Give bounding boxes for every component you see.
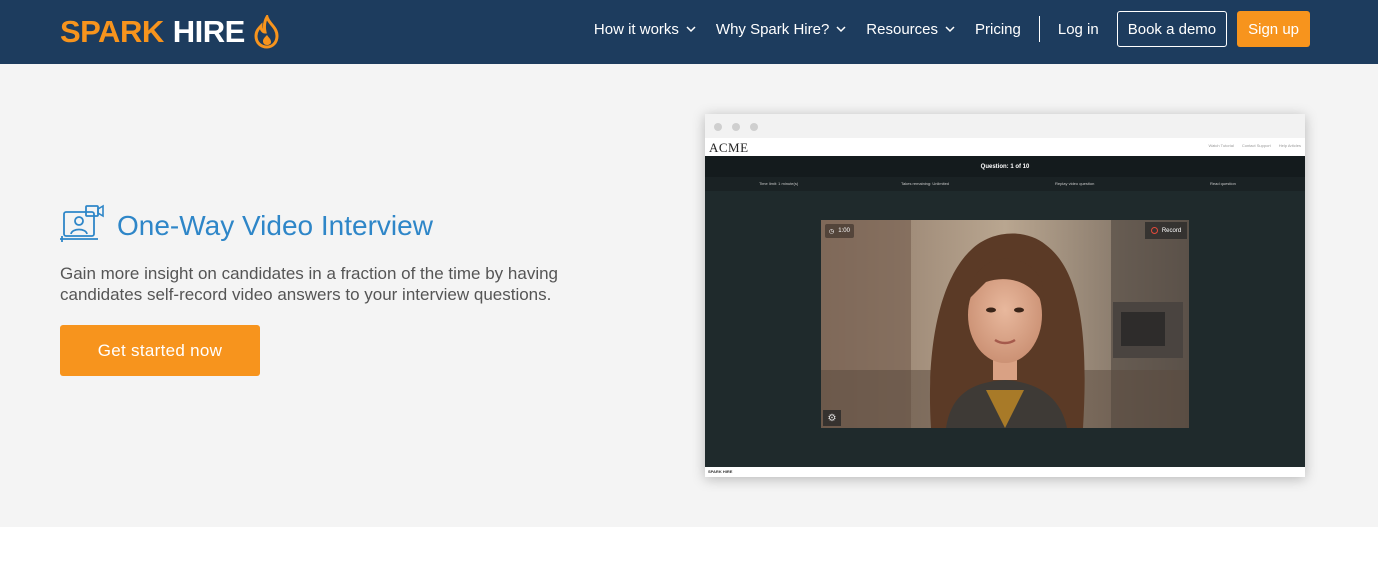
record-label: Record (1161, 227, 1182, 234)
hero-section: One-Way Video Interview Gain more insigh… (0, 64, 1378, 527)
time-limit-text: Time limit: 1 minute(s) (759, 181, 799, 186)
clock-icon: ◷ (829, 228, 835, 235)
read-question-text: Read question (1210, 181, 1236, 186)
browser-chrome (705, 114, 1305, 138)
logo-word-hire: HIRE (172, 14, 246, 49)
nav-links: How it works Why Spark Hire? Resources P… (594, 11, 1310, 47)
window-dot (732, 123, 740, 131)
get-started-button[interactable]: Get started now (60, 325, 260, 376)
acme-logo: ACME (709, 140, 749, 155)
recording-timer: ◷ 1:00 (825, 224, 854, 238)
nav-why-spark-hire[interactable]: Why Spark Hire? (716, 21, 846, 38)
feature-title: One-Way Video Interview (117, 210, 433, 241)
flame-icon (254, 15, 279, 49)
window-dot (750, 123, 758, 131)
mock-header-links: Watch Tutorial Contact Support Help Arti… (1200, 143, 1301, 148)
nav-resources-label: Resources (866, 20, 938, 38)
interview-info-bar: Time limit: 1 minute(s) Takes remaining:… (705, 177, 1305, 191)
nav-divider (1038, 16, 1040, 42)
takes-remaining-text: Takes remaining: Unlimited (901, 181, 950, 186)
mock-link: Watch Tutorial (1208, 143, 1234, 148)
nav-pricing-label: Pricing (975, 20, 1021, 38)
chevron-down-icon (945, 25, 955, 32)
replay-question-text: Replay video question (1055, 181, 1095, 186)
record-icon (1150, 227, 1158, 234)
window-dot (714, 123, 722, 131)
mock-footer: SPARK HIRE (705, 467, 1305, 477)
timer-value: 1:00 (838, 228, 850, 234)
powered-by-logo: SPARK HIRE (708, 469, 733, 474)
mock-link: Contact Support (1241, 143, 1271, 148)
mock-header: ACME Watch Tutorial Contact Support Help… (705, 138, 1305, 156)
nav-resources[interactable]: Resources (866, 21, 955, 38)
logo-word-spark: SPARK (60, 14, 164, 49)
product-screenshot: ACME Watch Tutorial Contact Support Help… (705, 114, 1305, 477)
interview-panel: Question: 1 of 10 Time limit: 1 minute(s… (705, 156, 1305, 467)
settings-gear-icon[interactable]: ⚙ (823, 410, 841, 426)
chevron-down-icon (686, 25, 696, 32)
candidate-video: ◷ 1:00 Record ⚙ (821, 220, 1189, 428)
video-interview-icon (60, 204, 104, 242)
nav-how-it-works-label: How it works (593, 20, 679, 38)
nav-how-it-works[interactable]: How it works (594, 21, 696, 38)
candidate-photo (821, 220, 1189, 428)
sign-up-button[interactable]: Sign up (1237, 11, 1310, 47)
spark-hire-logo[interactable]: SPARK HIRE (60, 10, 283, 54)
nav-why-spark-hire-label: Why Spark Hire? (715, 20, 830, 38)
book-demo-button[interactable]: Book a demo (1116, 11, 1228, 47)
top-nav: SPARK HIRE How it works Why Spark Hire? … (0, 0, 1378, 64)
mock-link: Help Articles (1278, 143, 1301, 148)
login-link[interactable]: Log in (1058, 21, 1099, 38)
nav-pricing[interactable]: Pricing (975, 21, 1021, 38)
chevron-down-icon (836, 25, 846, 32)
record-button[interactable]: Record (1145, 222, 1187, 239)
feature-description: Gain more insight on candidates in a fra… (60, 264, 559, 304)
question-counter: Question: 1 of 10 (705, 156, 1305, 177)
